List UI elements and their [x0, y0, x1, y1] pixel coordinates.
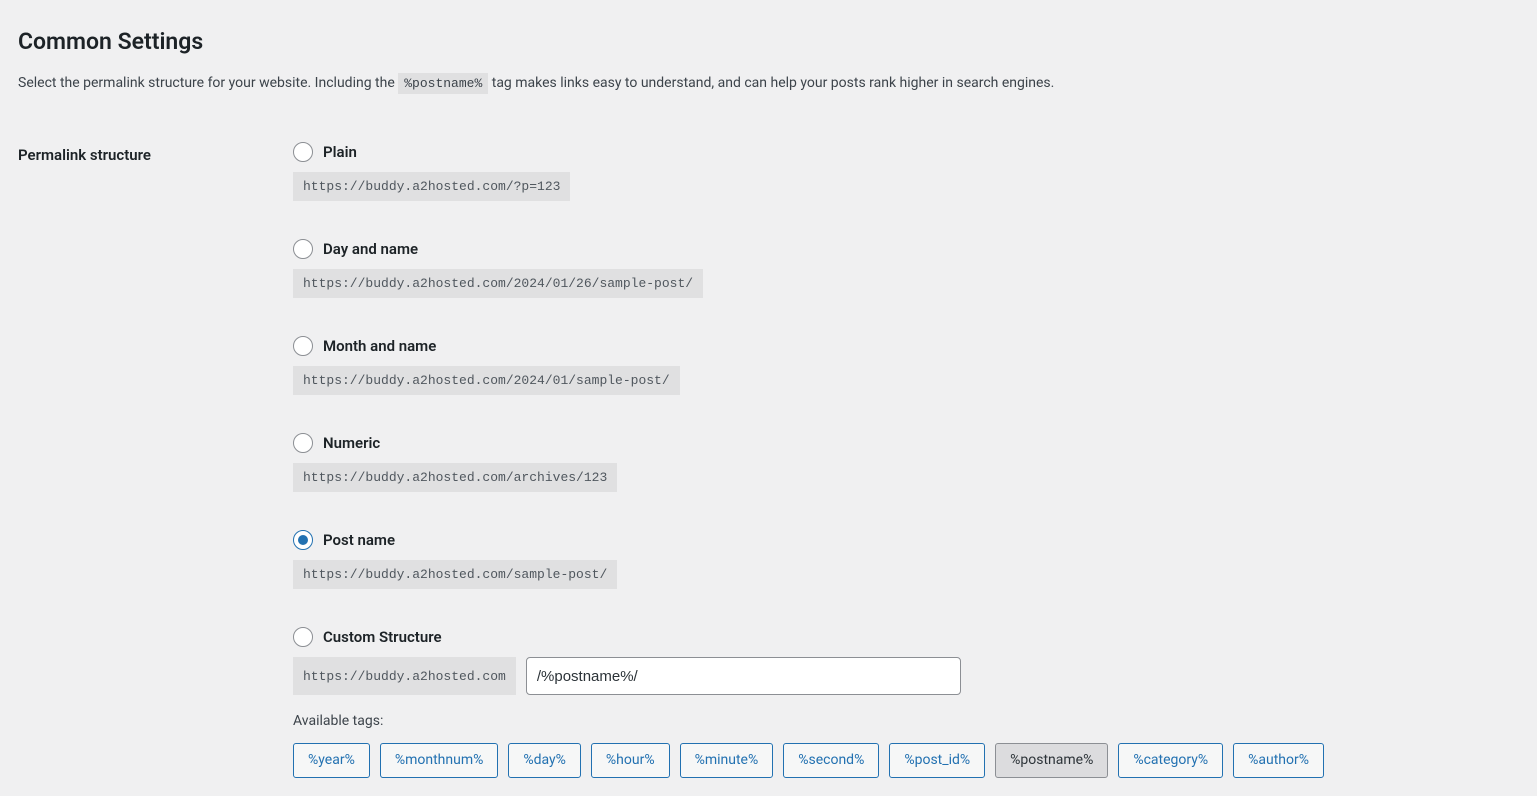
- example-month-name: https://buddy.a2hosted.com/2024/01/sampl…: [293, 366, 680, 395]
- tag-minute[interactable]: %minute%: [680, 743, 774, 778]
- tag-year[interactable]: %year%: [293, 743, 370, 778]
- section-heading: Common Settings: [18, 28, 1519, 55]
- radio-day-name[interactable]: [293, 239, 313, 259]
- label-month-name[interactable]: Month and name: [323, 337, 436, 355]
- example-day-name: https://buddy.a2hosted.com/2024/01/26/sa…: [293, 269, 703, 298]
- permalink-structure-label: Permalink structure: [18, 142, 293, 164]
- example-post-name: https://buddy.a2hosted.com/sample-post/: [293, 560, 617, 589]
- label-day-name[interactable]: Day and name: [323, 240, 418, 258]
- tag-postname[interactable]: %postname%: [995, 743, 1108, 778]
- section-description: Select the permalink structure for your …: [18, 73, 1519, 94]
- permalink-structure-options: Plain https://buddy.a2hosted.com/?p=123 …: [293, 142, 1519, 778]
- tag-category[interactable]: %category%: [1118, 743, 1223, 778]
- option-day-name: Day and name https://buddy.a2hosted.com/…: [293, 239, 1519, 298]
- tag-author[interactable]: %author%: [1233, 743, 1324, 778]
- tag-hour[interactable]: %hour%: [591, 743, 670, 778]
- radio-month-name[interactable]: [293, 336, 313, 356]
- example-plain: https://buddy.a2hosted.com/?p=123: [293, 172, 570, 201]
- tag-post-id[interactable]: %post_id%: [889, 743, 985, 778]
- radio-post-name[interactable]: [293, 530, 313, 550]
- custom-structure-input[interactable]: [526, 657, 961, 695]
- option-custom: Custom Structure https://buddy.a2hosted.…: [293, 627, 1519, 778]
- available-tags-row: %year% %monthnum% %day% %hour% %minute% …: [293, 743, 1519, 778]
- tag-day[interactable]: %day%: [508, 743, 581, 778]
- label-numeric[interactable]: Numeric: [323, 434, 380, 452]
- radio-custom[interactable]: [293, 627, 313, 647]
- permalink-structure-row: Permalink structure Plain https://buddy.…: [18, 142, 1519, 778]
- option-numeric: Numeric https://buddy.a2hosted.com/archi…: [293, 433, 1519, 492]
- available-tags-label: Available tags:: [293, 713, 1519, 729]
- label-post-name[interactable]: Post name: [323, 531, 395, 549]
- radio-plain[interactable]: [293, 142, 313, 162]
- radio-numeric[interactable]: [293, 433, 313, 453]
- custom-base-url: https://buddy.a2hosted.com: [293, 657, 516, 695]
- label-plain[interactable]: Plain: [323, 143, 357, 161]
- tag-monthnum[interactable]: %monthnum%: [380, 743, 499, 778]
- desc-code-tag: %postname%: [398, 73, 488, 94]
- option-plain: Plain https://buddy.a2hosted.com/?p=123: [293, 142, 1519, 201]
- option-post-name: Post name https://buddy.a2hosted.com/sam…: [293, 530, 1519, 589]
- example-numeric: https://buddy.a2hosted.com/archives/123: [293, 463, 617, 492]
- desc-before: Select the permalink structure for your …: [18, 75, 398, 91]
- tag-second[interactable]: %second%: [783, 743, 879, 778]
- desc-after: tag makes links easy to understand, and …: [492, 75, 1055, 91]
- option-month-name: Month and name https://buddy.a2hosted.co…: [293, 336, 1519, 395]
- label-custom[interactable]: Custom Structure: [323, 628, 442, 646]
